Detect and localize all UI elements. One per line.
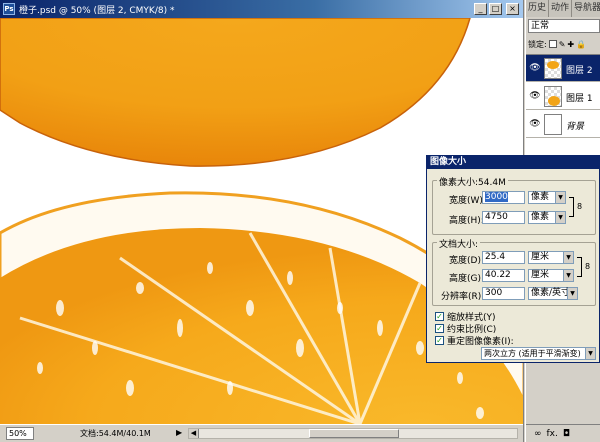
layer-thumbnail xyxy=(544,86,562,107)
fx-icon[interactable]: fx. xyxy=(547,429,558,439)
document-size-info: 文档:54.4M/40.1M xyxy=(80,429,151,438)
pixel-width-input[interactable]: 3000 xyxy=(482,191,525,204)
document-size-group: 文档大小: 宽度(D): 25.4 厘米 ▼ 高度(G): 40.22 厘米 ▼… xyxy=(432,237,596,306)
mask-icon[interactable]: ◘ xyxy=(563,429,570,439)
pixel-height-label: 高度(H): xyxy=(449,216,484,226)
image-size-dialog: 图像大小 像素大小:54.4M 宽度(W): 3000 像素 ▼ 高度(H): … xyxy=(426,155,600,363)
scale-styles-checkbox[interactable]: ✓ 缩放样式(Y) xyxy=(435,310,496,323)
maximize-button[interactable]: □ xyxy=(489,3,502,15)
zoom-field[interactable]: 50% xyxy=(6,427,34,440)
doc-width-unit-select[interactable]: 厘米 ▼ xyxy=(528,251,574,264)
pixel-width-label: 宽度(W): xyxy=(449,196,486,206)
layer-thumbnail xyxy=(544,58,562,79)
layer-thumbnail xyxy=(544,114,562,135)
panel-footer: ∞ fx. ◘ xyxy=(526,424,600,442)
tab-navigator[interactable]: 导航器 xyxy=(572,0,600,17)
chevron-down-icon[interactable]: ▼ xyxy=(563,270,573,281)
scroll-left-button[interactable]: ◀ xyxy=(189,429,199,438)
pixel-height-unit-select[interactable]: 像素 ▼ xyxy=(528,211,566,224)
eye-icon[interactable]: 👁 xyxy=(529,63,541,73)
chain-link-icon: 8 xyxy=(585,262,591,271)
doc-width-label: 宽度(D): xyxy=(449,256,484,266)
doc-width-input[interactable]: 25.4 xyxy=(482,251,525,264)
doc-height-input[interactable]: 40.22 xyxy=(482,269,525,282)
checkbox-box[interactable]: ✓ xyxy=(435,335,444,345)
layer-row-layer1[interactable]: 👁 图层 1 xyxy=(526,83,600,110)
eye-icon[interactable]: 👁 xyxy=(529,119,541,129)
pixel-height-input[interactable]: 4750 xyxy=(482,211,525,224)
scrollbar-thumb[interactable] xyxy=(309,429,399,438)
tab-history[interactable]: 历史 xyxy=(526,0,550,17)
layer-name: 图层 2 xyxy=(566,66,593,76)
status-bar: 50% 文档:54.4M/40.1M ▶ ◀ xyxy=(0,424,523,442)
tab-actions[interactable]: 动作 xyxy=(549,0,573,17)
resample-image-checkbox[interactable]: ✓ 重定图像像素(I): xyxy=(435,334,514,347)
chevron-down-icon[interactable]: ▼ xyxy=(585,348,595,359)
layer-name: 背景 xyxy=(566,122,585,132)
lock-position-icon[interactable]: ✚ xyxy=(567,40,574,49)
pixel-dimensions-legend: 像素大小:54.4M xyxy=(437,175,508,188)
resolution-label: 分辨率(R): xyxy=(441,292,485,302)
layer-name: 图层 1 xyxy=(566,94,593,104)
constrain-proportions-checkbox[interactable]: ✓ 约束比例(C) xyxy=(435,322,496,335)
chevron-down-icon[interactable]: ▼ xyxy=(563,252,573,263)
doc-height-label: 高度(G): xyxy=(449,274,485,284)
orange-peel-top xyxy=(0,18,471,167)
constrain-link-bracket xyxy=(569,197,574,217)
checkbox-box[interactable]: ✓ xyxy=(435,323,444,333)
checkbox-label: 重定图像像素(I): xyxy=(447,336,514,347)
resample-method-select[interactable]: 两次立方 (适用于平滑渐变) ▼ xyxy=(481,347,596,360)
resolution-unit-select[interactable]: 像素/英寸 ▼ xyxy=(528,287,578,300)
doc-height-unit-select[interactable]: 厘米 ▼ xyxy=(528,269,574,282)
lock-row: 锁定: ✎ ✚ 🔒 xyxy=(528,38,600,50)
horizontal-scrollbar[interactable]: ◀ xyxy=(188,428,518,439)
panel-tabs: 历史 动作 导航器 xyxy=(526,0,600,17)
chevron-down-icon[interactable]: ▼ xyxy=(555,192,565,203)
resolution-input[interactable]: 300 xyxy=(482,287,525,300)
eye-icon[interactable]: 👁 xyxy=(529,91,541,101)
pixel-width-unit-select[interactable]: 像素 ▼ xyxy=(528,191,566,204)
checkbox-box[interactable]: ✓ xyxy=(435,311,444,321)
document-title: 橙子.psd @ 50% (图层 2, CMYK/8) * xyxy=(19,5,175,16)
layer-row-background[interactable]: 👁 背景 xyxy=(526,111,600,138)
document-titlebar[interactable]: Ps 橙子.psd @ 50% (图层 2, CMYK/8) * _ □ × xyxy=(0,0,523,18)
chevron-down-icon[interactable]: ▼ xyxy=(567,288,577,299)
lock-label: 锁定: xyxy=(528,39,547,49)
link-layers-icon[interactable]: ∞ xyxy=(534,429,542,439)
lock-all-icon[interactable]: 🔒 xyxy=(576,40,586,49)
doc-link-bracket xyxy=(577,257,582,277)
lock-transparency-checkbox[interactable] xyxy=(548,40,557,48)
document-size-legend: 文档大小: xyxy=(437,237,481,250)
close-button[interactable]: × xyxy=(506,3,519,15)
status-menu-arrow-icon[interactable]: ▶ xyxy=(176,428,182,437)
chevron-down-icon[interactable]: ▼ xyxy=(555,212,565,223)
layer-row-layer2[interactable]: 👁 图层 2 xyxy=(526,55,600,82)
layer-list: 👁 图层 2 👁 图层 1 👁 背景 xyxy=(526,54,600,435)
lock-pixels-icon[interactable]: ✎ xyxy=(559,40,566,49)
chain-link-icon: 8 xyxy=(577,202,583,211)
dialog-title[interactable]: 图像大小 xyxy=(427,156,599,169)
minimize-button[interactable]: _ xyxy=(474,3,487,15)
pixel-dimensions-group: 像素大小:54.4M 宽度(W): 3000 像素 ▼ 高度(H): 4750 … xyxy=(432,175,596,235)
blend-mode-select[interactable]: 正常 xyxy=(528,19,600,33)
photoshop-icon: Ps xyxy=(3,3,15,15)
